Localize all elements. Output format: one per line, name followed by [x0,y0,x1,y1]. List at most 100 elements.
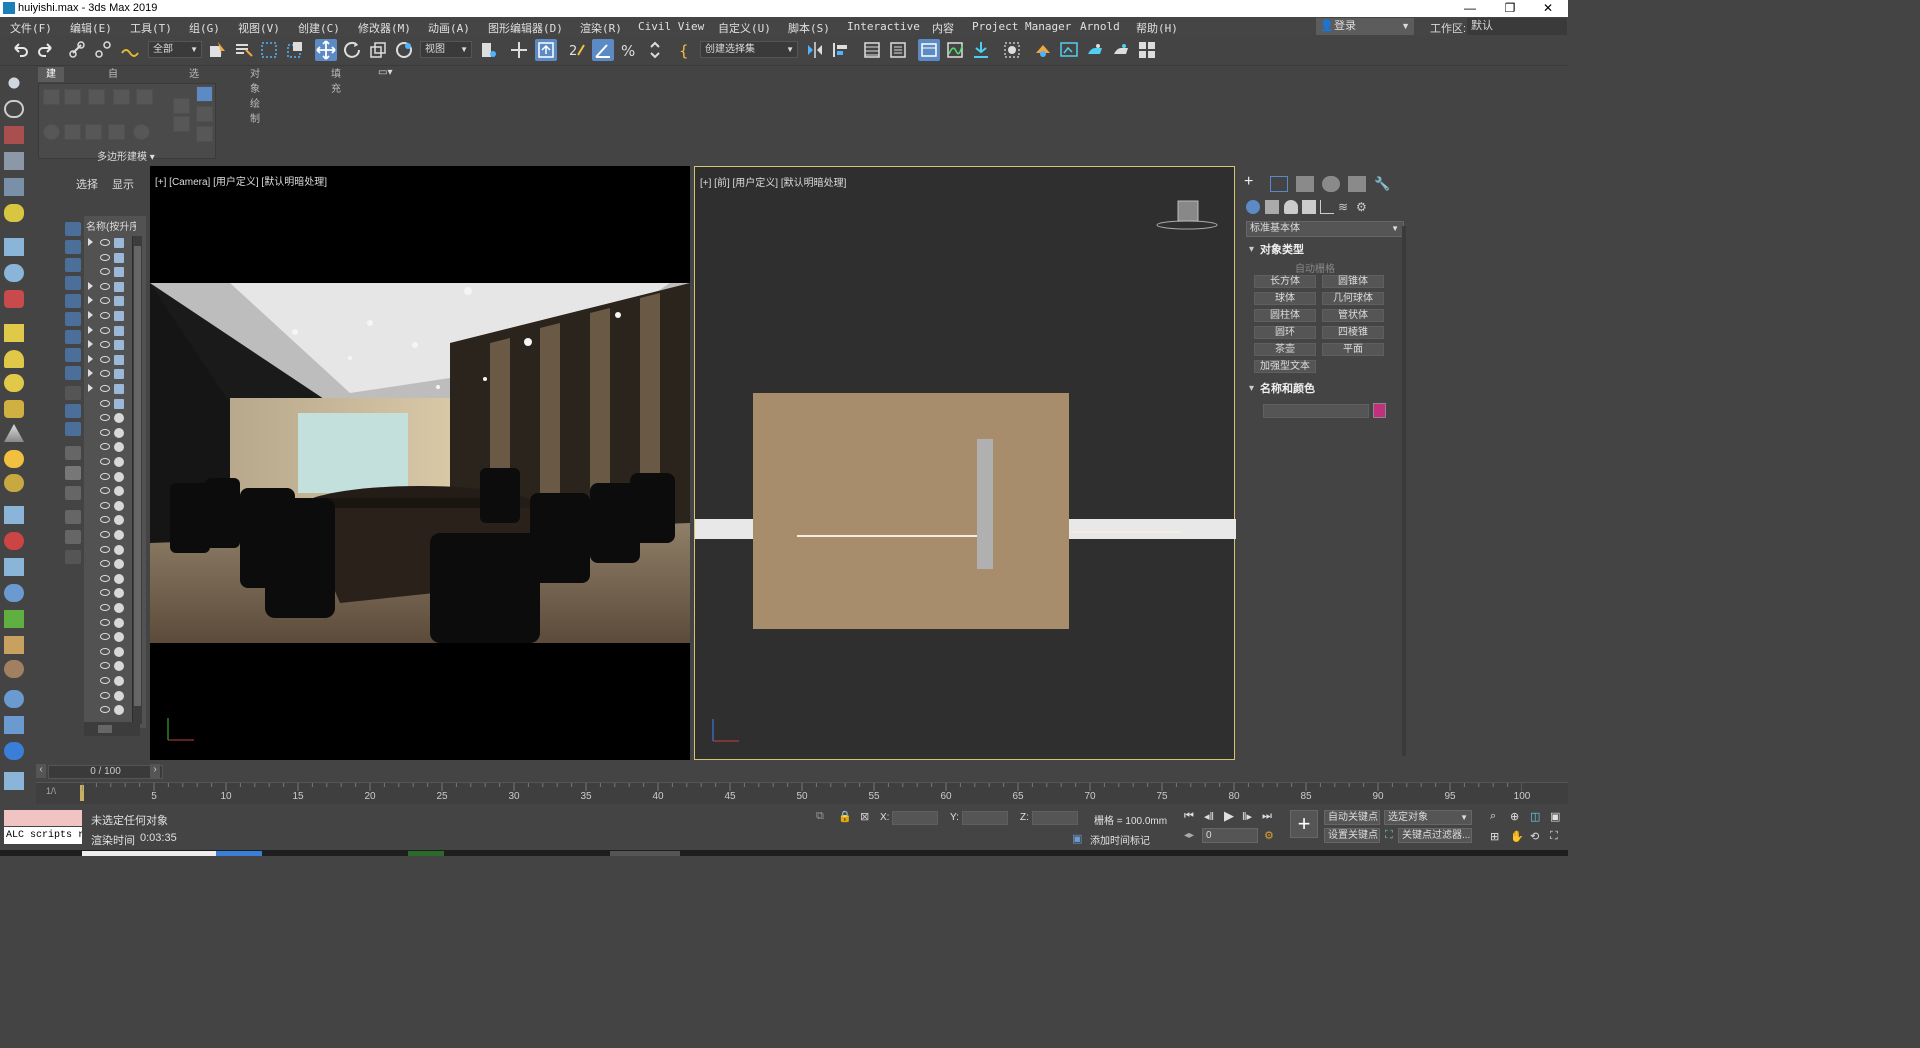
visibility-eye-icon[interactable] [100,662,110,670]
edge-icon[interactable] [64,89,81,105]
render-activeshade-icon[interactable] [1110,39,1132,61]
invert-icon[interactable] [65,486,81,500]
object-color-swatch[interactable] [1373,403,1386,418]
maxscript-listener-pink[interactable] [4,810,82,826]
modify-mode-icon[interactable] [173,98,190,114]
edit-named-selection-icon[interactable]: { [676,39,698,61]
display-tab-icon[interactable] [1348,176,1366,192]
schematic-view-icon[interactable] [970,39,992,61]
chevron-left-icon[interactable]: ‹ [36,764,46,778]
menu-civil-view[interactable]: Civil View [638,20,704,33]
filter-xrefs-icon[interactable] [65,348,81,362]
visibility-eye-icon[interactable] [100,560,110,568]
filter-shapes-icon[interactable] [65,240,81,254]
expand-arrow-icon[interactable] [88,354,93,363]
menu-tools[interactable]: 工具(T) [130,20,172,36]
pivot-center-icon[interactable] [478,39,500,61]
scene-object-row[interactable] [86,513,136,527]
visibility-eye-icon[interactable] [100,282,110,290]
scene-object-row[interactable] [86,265,136,279]
render-production-icon[interactable] [1084,39,1106,61]
gear-icon[interactable] [4,584,24,602]
name-and-color-rollout[interactable]: 名称和颜色 [1246,381,1400,397]
geosphere-button[interactable]: 几何球体 [1322,292,1384,305]
scene-object-row[interactable] [86,557,136,571]
filter-lights-icon[interactable] [65,258,81,272]
use-soft-selection-icon[interactable] [173,116,190,132]
play-icon[interactable]: ▶ [1224,808,1234,824]
menu-interactive[interactable]: Interactive [847,20,920,33]
utilities-tab-icon[interactable]: 🔧 [1374,176,1392,192]
visibility-eye-icon[interactable] [100,297,110,305]
curve-editor-mini-icon[interactable]: 1/\ [46,786,56,796]
scene-object-row[interactable] [86,674,136,688]
menu-customize[interactable]: 自定义(U) [718,20,771,36]
scene-object-row[interactable] [86,367,136,381]
menu-arnold[interactable]: Arnold [1080,20,1120,33]
scene-object-row[interactable] [86,455,136,469]
geometry-icon[interactable] [1246,200,1260,214]
link-icon[interactable] [66,39,88,61]
select-manipulate-icon[interactable] [508,39,530,61]
teapot-icon[interactable] [4,74,24,92]
visibility-eye-icon[interactable] [100,574,110,582]
object-name-input[interactable] [1263,404,1369,418]
expand-arrow-icon[interactable] [88,384,93,392]
render-setup-icon[interactable] [1032,39,1054,61]
tube-button[interactable]: 管状体 [1322,309,1384,322]
field-of-view-icon[interactable]: ⊞ [1490,830,1499,843]
lightbulb-icon[interactable] [4,204,24,222]
explorer-horizontal-scrollbar[interactable] [84,722,140,736]
spacewarp-icon[interactable] [4,264,24,282]
storage-icon[interactable] [4,772,24,790]
align-icon[interactable] [830,39,852,61]
cone-icon[interactable] [4,424,24,442]
menu-help[interactable]: 帮助(H) [1136,20,1178,36]
box-button[interactable]: 长方体 [1254,275,1316,288]
spinner-snap-icon[interactable] [644,39,666,61]
z-coordinate-field[interactable] [1032,811,1078,825]
visibility-eye-icon[interactable] [100,706,110,714]
display-all-icon[interactable] [65,446,81,460]
rotate-icon[interactable] [341,39,363,61]
viewcube-icon[interactable] [1155,199,1219,233]
time-slider[interactable]: ‹ 0 / 100 › [36,764,1568,780]
visibility-eye-icon[interactable] [100,604,110,611]
filter-containers-icon[interactable] [65,386,81,400]
visibility-eye-icon[interactable] [100,370,110,378]
hemisphere-icon[interactable] [4,350,24,368]
scene-object-row[interactable] [86,601,136,615]
visibility-eye-icon[interactable] [100,239,110,246]
show-end-result-icon[interactable] [196,106,213,122]
scene-object-row[interactable] [86,236,136,250]
menu-content[interactable]: 内容 [932,20,954,36]
front-viewport-label[interactable]: [+] [前] [用户定义] [默认明暗处理] [700,174,846,189]
scene-object-row[interactable] [86,703,136,717]
current-frame-spinner[interactable]: 0 [1202,828,1258,843]
orbit-icon[interactable]: ⟲ [1530,830,1539,843]
explorer-vertical-scrollbar[interactable] [132,236,142,724]
modify-tab-icon[interactable] [1270,176,1288,192]
unlink-icon[interactable] [92,39,114,61]
time-config-icon[interactable]: ⚙ [1264,829,1274,842]
scene-object-row[interactable] [86,645,136,659]
cylinder-button[interactable]: 圆柱体 [1254,309,1316,322]
ribbon-tab-populate[interactable]: 填充 [323,67,349,95]
reference-coord-dropdown[interactable]: 视图 ▼ [420,41,472,58]
ribbon-tab-object-paint[interactable]: 对象绘制 [242,67,268,125]
sun-icon[interactable] [4,450,24,468]
scale-icon[interactable] [367,39,389,61]
select-by-name-icon[interactable] [232,39,254,61]
sphere-icon[interactable] [4,374,24,392]
menu-create[interactable]: 创建(C) [298,20,340,36]
menu-graph-editors[interactable]: 图形编辑器(D) [488,20,563,36]
maximize-viewport-icon[interactable]: ⛶ [1550,830,1558,843]
funnel-icon[interactable] [65,530,81,544]
visibility-eye-icon[interactable] [100,341,110,349]
visibility-eye-icon[interactable] [100,531,110,538]
scene-object-row[interactable] [86,440,136,454]
zoom-extents-icon[interactable]: ◫ [1530,810,1540,823]
undo-icon[interactable] [9,39,31,61]
ribbon-tab-modeling[interactable]: 建模 [38,67,64,95]
chevron-right-icon[interactable]: › [150,764,160,778]
